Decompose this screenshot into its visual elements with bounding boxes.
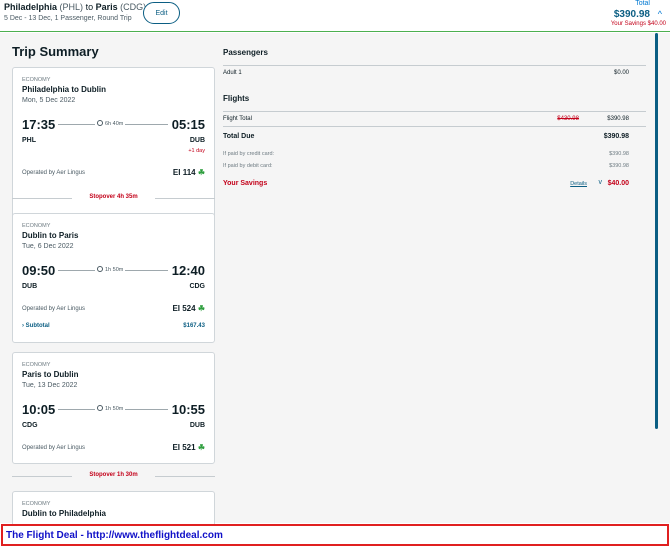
duration-label: 1h 50m [95,405,126,412]
dest-city: Paris [95,2,118,12]
arrival-time: 12:40 [171,263,205,278]
departure-airport: DUB [22,283,38,290]
cabin-class: ECONOMY [22,362,51,368]
details-link[interactable]: Details [570,181,587,187]
scrollbar[interactable] [655,33,658,429]
savings-label: Your Savings [223,180,268,187]
flight-total-new: $390.98 [607,116,629,122]
promo-banner: The Flight Deal - http://www.theflightde… [1,524,669,546]
origin-city: Philadelphia [4,2,58,12]
clock-icon [97,266,103,272]
total-price: $390.98 [613,9,650,20]
clock-icon [97,405,103,411]
trip-subline: 5 Dec - 13 Dec, 1 Passenger, Round Trip [4,15,132,22]
segment-date: Tue, 6 Dec 2022 [22,243,74,250]
chevron-up-icon[interactable]: ^ [658,9,662,19]
flight-number: EI 524 ☘ [172,304,205,313]
passengers-divider [223,65,646,66]
subtotal-label: Subtotal [25,323,50,329]
stopover-line-right [155,476,215,477]
flight-number: EI 521 ☘ [172,443,205,452]
arrival-airport: DUB [189,137,205,144]
stopover-text: Stopover 4h 35m [89,194,138,200]
arrival-airport: DUB [189,422,205,429]
segment-route: Philadelphia to Dublin [22,85,106,94]
segment-route: Dublin to Paris [22,231,79,240]
flight-card-2: ECONOMY Dublin to Paris Tue, 6 Dec 2022 … [12,213,215,343]
arrival-airport: CDG [189,283,205,290]
cabin-class: ECONOMY [22,77,51,83]
arrival-time: 10:55 [171,402,205,417]
duration-text: 1h 50m [105,267,124,273]
cabin-class: ECONOMY [22,223,51,229]
to-word: to [85,2,94,12]
main-content: Trip Summary ECONOMY Philadelphia to Dub… [0,33,670,531]
flight-total-label: Flight Total [223,116,252,122]
operated-by: Operated by Aer Lingus [22,306,86,312]
stopover-1: Stopover 4h 35m [12,194,215,202]
credit-card-label: If paid by credit card: [223,151,275,157]
stopover-line-left [12,476,72,477]
passenger-label: Adult 1 [223,70,242,76]
chevron-down-icon[interactable]: v [599,179,603,186]
stopover-line-left [12,198,72,199]
segment-date: Tue, 13 Dec 2022 [22,382,78,389]
segment-date: Mon, 5 Dec 2022 [22,97,76,104]
subtotal-value: $167.43 [183,323,205,329]
departure-airport: CDG [22,422,38,429]
departure-time: 17:35 [22,117,56,132]
cabin-class: ECONOMY [22,501,51,507]
route-title: Philadelphia (PHL) to Paris (CDG) [4,2,146,12]
flight-number: EI 114 ☘ [173,168,205,177]
stopover-2: Stopover 1h 30m [12,472,215,480]
stopover-line-right [155,198,215,199]
shamrock-icon: ☘ [197,304,205,313]
shamrock-icon: ☘ [197,443,205,452]
savings-value: $40.00 [607,180,629,187]
total-due-value: $390.98 [603,133,629,140]
total-label: Total [635,0,650,7]
duration-text: 1h 50m [105,406,124,412]
page-title: Trip Summary [12,44,99,59]
plus-day-badge: +1 day [188,148,205,154]
credit-card-value: $390.98 [609,151,629,157]
segment-route: Dublin to Philadelphia [22,509,106,518]
edit-button[interactable]: Edit [143,2,180,24]
chevron-right-icon: › [22,323,24,329]
operated-by: Operated by Aer Lingus [22,170,86,176]
duration-label: 1h 50m [95,266,126,273]
flight-number-text: EI 521 [172,443,196,452]
flight-card-3: ECONOMY Paris to Dublin Tue, 13 Dec 2022… [12,352,215,464]
duration-text: 6h 40m [105,121,124,127]
flights-title: Flights [223,94,250,103]
departure-airport: PHL [22,137,36,144]
passengers-title: Passengers [223,48,268,57]
shamrock-icon: ☘ [197,168,205,177]
arrival-time: 05:15 [171,117,205,132]
operated-by: Operated by Aer Lingus [22,445,86,451]
stopover-text: Stopover 1h 30m [89,472,138,478]
header-bar: Philadelphia (PHL) to Paris (CDG) 5 Dec … [0,0,670,32]
flight-total-old: $430.98 [557,116,579,122]
total-due-label: Total Due [223,133,255,140]
debit-card-value: $390.98 [609,163,629,169]
savings-summary: Your Savings $40.00 [610,21,666,27]
flights-divider [223,111,646,112]
origin-code: (PHL) [59,2,84,12]
departure-time: 10:05 [22,402,56,417]
debit-card-label: If paid by debit card: [223,163,273,169]
departure-time: 09:50 [22,263,56,278]
subtotal-toggle[interactable]: › Subtotal $167.43 [22,323,205,329]
flight-number-text: EI 114 [172,168,196,177]
segment-route: Paris to Dublin [22,370,79,379]
passenger-value: $0.00 [613,70,629,76]
flight-number-text: EI 524 [172,304,196,313]
duration-label: 6h 40m [95,120,126,127]
flight-total-divider [223,126,646,127]
clock-icon [97,120,103,126]
banner-text: The Flight Deal - http://www.theflightde… [6,530,223,541]
